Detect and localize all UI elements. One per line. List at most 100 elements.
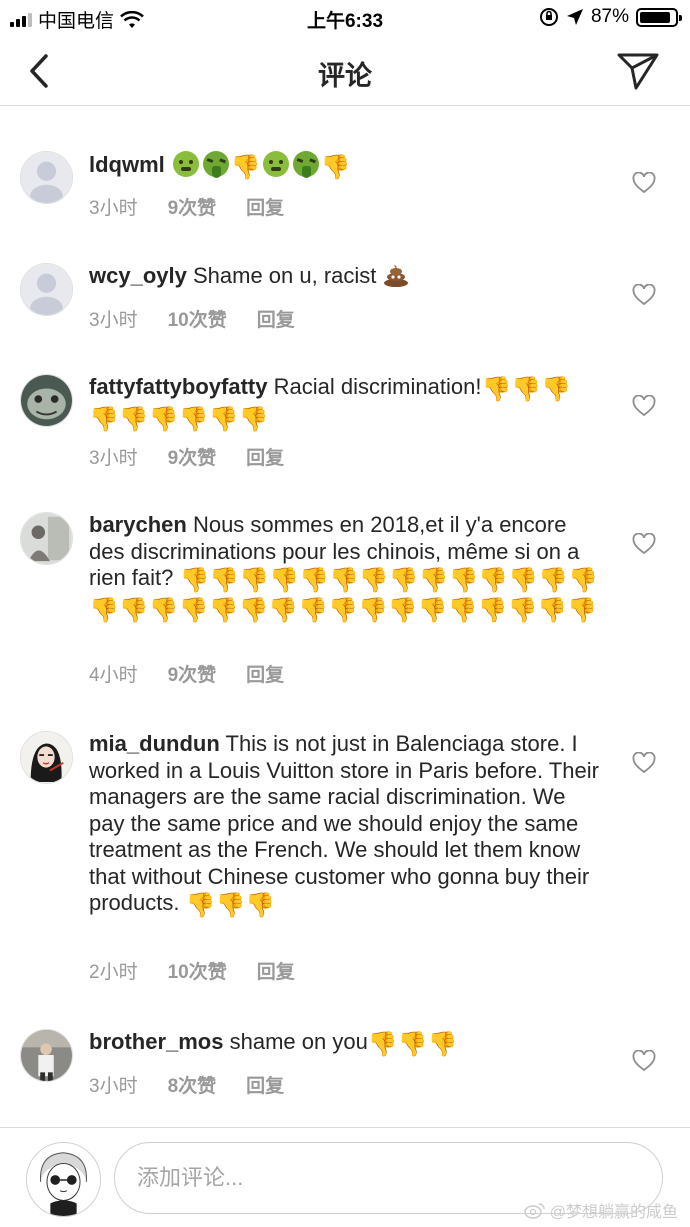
comment-body: Racial discrimination! (273, 374, 482, 399)
reply-button[interactable]: 回复 (246, 660, 284, 687)
comment-username[interactable]: fattyfattyboyfatty (89, 374, 267, 399)
thumbs-down-icon: 👎 (417, 596, 448, 624)
thumbs-down-icon: 👎 (208, 596, 239, 624)
status-bar-right: 87% (539, 6, 682, 28)
comment-composer: @梦想躺赢的咸鱼 (0, 1127, 690, 1227)
thumbs-down-icon: 👎 (299, 567, 329, 594)
thumbs-down-icon: 👎 (209, 567, 240, 594)
rotation-lock-icon (539, 8, 558, 26)
comment-text: wcy_oyly Shame on u, racist (89, 263, 599, 290)
comment-time: 2小时 (89, 962, 138, 983)
comment-username[interactable]: mia_dundun (89, 731, 220, 756)
thumbs-down-icon: 👎 (447, 596, 478, 624)
thumbs-down-icon: 👎 (89, 405, 119, 433)
comment-body: This is not just in Balenciaga store. I … (89, 731, 599, 915)
comment-username[interactable]: wcy_oyly (89, 263, 187, 288)
thumbs-down-icon: 👎 (427, 1031, 458, 1058)
comment-username[interactable]: ldqwml (89, 152, 165, 177)
watermark-text: @梦想躺赢的咸鱼 (549, 1204, 678, 1221)
avatar[interactable] (20, 1029, 73, 1082)
heart-icon[interactable] (632, 284, 656, 306)
heart-icon[interactable] (632, 395, 656, 417)
thumbs-down-icon: 👎 (238, 596, 269, 624)
watermark: @梦想躺赢的咸鱼 (524, 1198, 678, 1222)
comment-time: 4小时 (89, 665, 138, 686)
thumbs-down-icon: 👎 (568, 567, 598, 594)
paper-plane-icon[interactable] (616, 50, 660, 92)
thumbs-down-icon: 👎 (567, 596, 598, 624)
comment-body: shame on you (229, 1029, 368, 1054)
comment-likes[interactable]: 9次赞 (168, 193, 217, 220)
comment-time: 3小时 (89, 1076, 138, 1097)
thumbs-down-icon: 👎 (367, 1031, 398, 1058)
comment-meta: 2小时 10次赞 回复 (89, 957, 325, 984)
vomiting-face-icon (292, 151, 319, 178)
thumbs-down-icon: 👎 (388, 567, 419, 594)
thumbs-down-icon: 👎 (328, 596, 359, 624)
emoji-row: 👎👎👎 (186, 890, 276, 918)
thumbs-down-icon: 👎 (148, 596, 179, 624)
comment-likes[interactable]: 8次赞 (168, 1071, 217, 1098)
location-arrow-icon (566, 9, 583, 25)
comment-meta: 3小时 9次赞 回复 (89, 443, 314, 470)
heart-icon[interactable] (632, 172, 656, 194)
reply-button[interactable]: 回复 (257, 305, 295, 332)
thumbs-down-icon: 👎 (477, 596, 508, 624)
reply-button[interactable]: 回复 (246, 443, 284, 470)
nauseated-face-icon (172, 151, 199, 177)
comment-meta: 3小时 9次赞 回复 (89, 193, 314, 220)
comment-text: barychen Nous sommes en 2018,et il y'a e… (89, 512, 599, 624)
avatar[interactable] (20, 374, 73, 427)
comment-text: mia_dundun This is not just in Balenciag… (89, 731, 599, 920)
comment-username[interactable]: brother_mos (89, 1029, 223, 1054)
thumbs-down-icon: 👎 (239, 567, 270, 594)
weibo-icon (524, 1203, 545, 1219)
thumbs-down-icon: 👎 (178, 596, 209, 624)
pile-of-poo-icon (383, 265, 408, 287)
thumbs-down-icon: 👎 (507, 596, 538, 624)
thumbs-down-icon: 👎 (238, 405, 269, 433)
comment-likes[interactable]: 9次赞 (168, 443, 217, 470)
thumbs-down-icon: 👎 (268, 596, 299, 624)
status-bar: 中国电信 上午6:33 87% (0, 0, 690, 36)
heart-icon[interactable] (632, 1050, 656, 1072)
battery-fill (640, 11, 670, 23)
comment-list[interactable]: ldqwml 👎 👎 3小时 9次赞 回复 wcy_oyly Shame on u… (0, 107, 690, 1127)
heart-icon[interactable] (632, 752, 656, 774)
thumbs-down-icon: 👎 (358, 567, 389, 594)
thumbs-down-icon: 👎 (215, 892, 246, 919)
nav-bar: 评论 (0, 36, 690, 106)
nauseated-face-icon (262, 151, 289, 177)
comment-text: brother_mos shame on you👎👎👎 (89, 1029, 599, 1059)
reply-button[interactable]: 回复 (246, 193, 284, 220)
heart-icon[interactable] (632, 533, 656, 555)
thumbs-down-icon: 👎 (179, 567, 210, 594)
comment-meta: 3小时 8次赞 回复 (89, 1071, 314, 1098)
emoji-row: 👎👎👎 (368, 1029, 458, 1057)
avatar[interactable] (20, 263, 73, 316)
avatar[interactable] (20, 512, 73, 565)
comment-text: ldqwml 👎 👎 (89, 151, 599, 182)
thumbs-down-icon: 👎 (118, 596, 149, 624)
comment-time: 3小时 (89, 448, 138, 469)
thumbs-down-icon: 👎 (418, 567, 449, 594)
reply-button[interactable]: 回复 (257, 957, 295, 984)
thumbs-down-icon: 👎 (208, 405, 239, 433)
comment-time: 3小时 (89, 310, 138, 331)
vomiting-face-icon (202, 151, 229, 178)
current-user-avatar[interactable] (26, 1142, 101, 1217)
comment-likes[interactable]: 10次赞 (168, 957, 227, 984)
avatar[interactable] (20, 151, 73, 204)
emoji-row: 👎 👎 (171, 151, 351, 181)
comment-username[interactable]: barychen (89, 512, 187, 537)
battery-percent: 87% (590, 6, 629, 27)
thumbs-down-icon: 👎 (148, 405, 179, 433)
thumbs-down-icon: 👎 (508, 567, 539, 594)
avatar[interactable] (20, 731, 73, 784)
thumbs-down-icon: 👎 (245, 892, 276, 919)
reply-button[interactable]: 回复 (246, 1071, 284, 1098)
thumbs-down-icon: 👎 (230, 154, 261, 181)
comment-likes[interactable]: 10次赞 (168, 305, 227, 332)
thumbs-down-icon: 👎 (537, 596, 568, 624)
comment-likes[interactable]: 9次赞 (168, 660, 217, 687)
